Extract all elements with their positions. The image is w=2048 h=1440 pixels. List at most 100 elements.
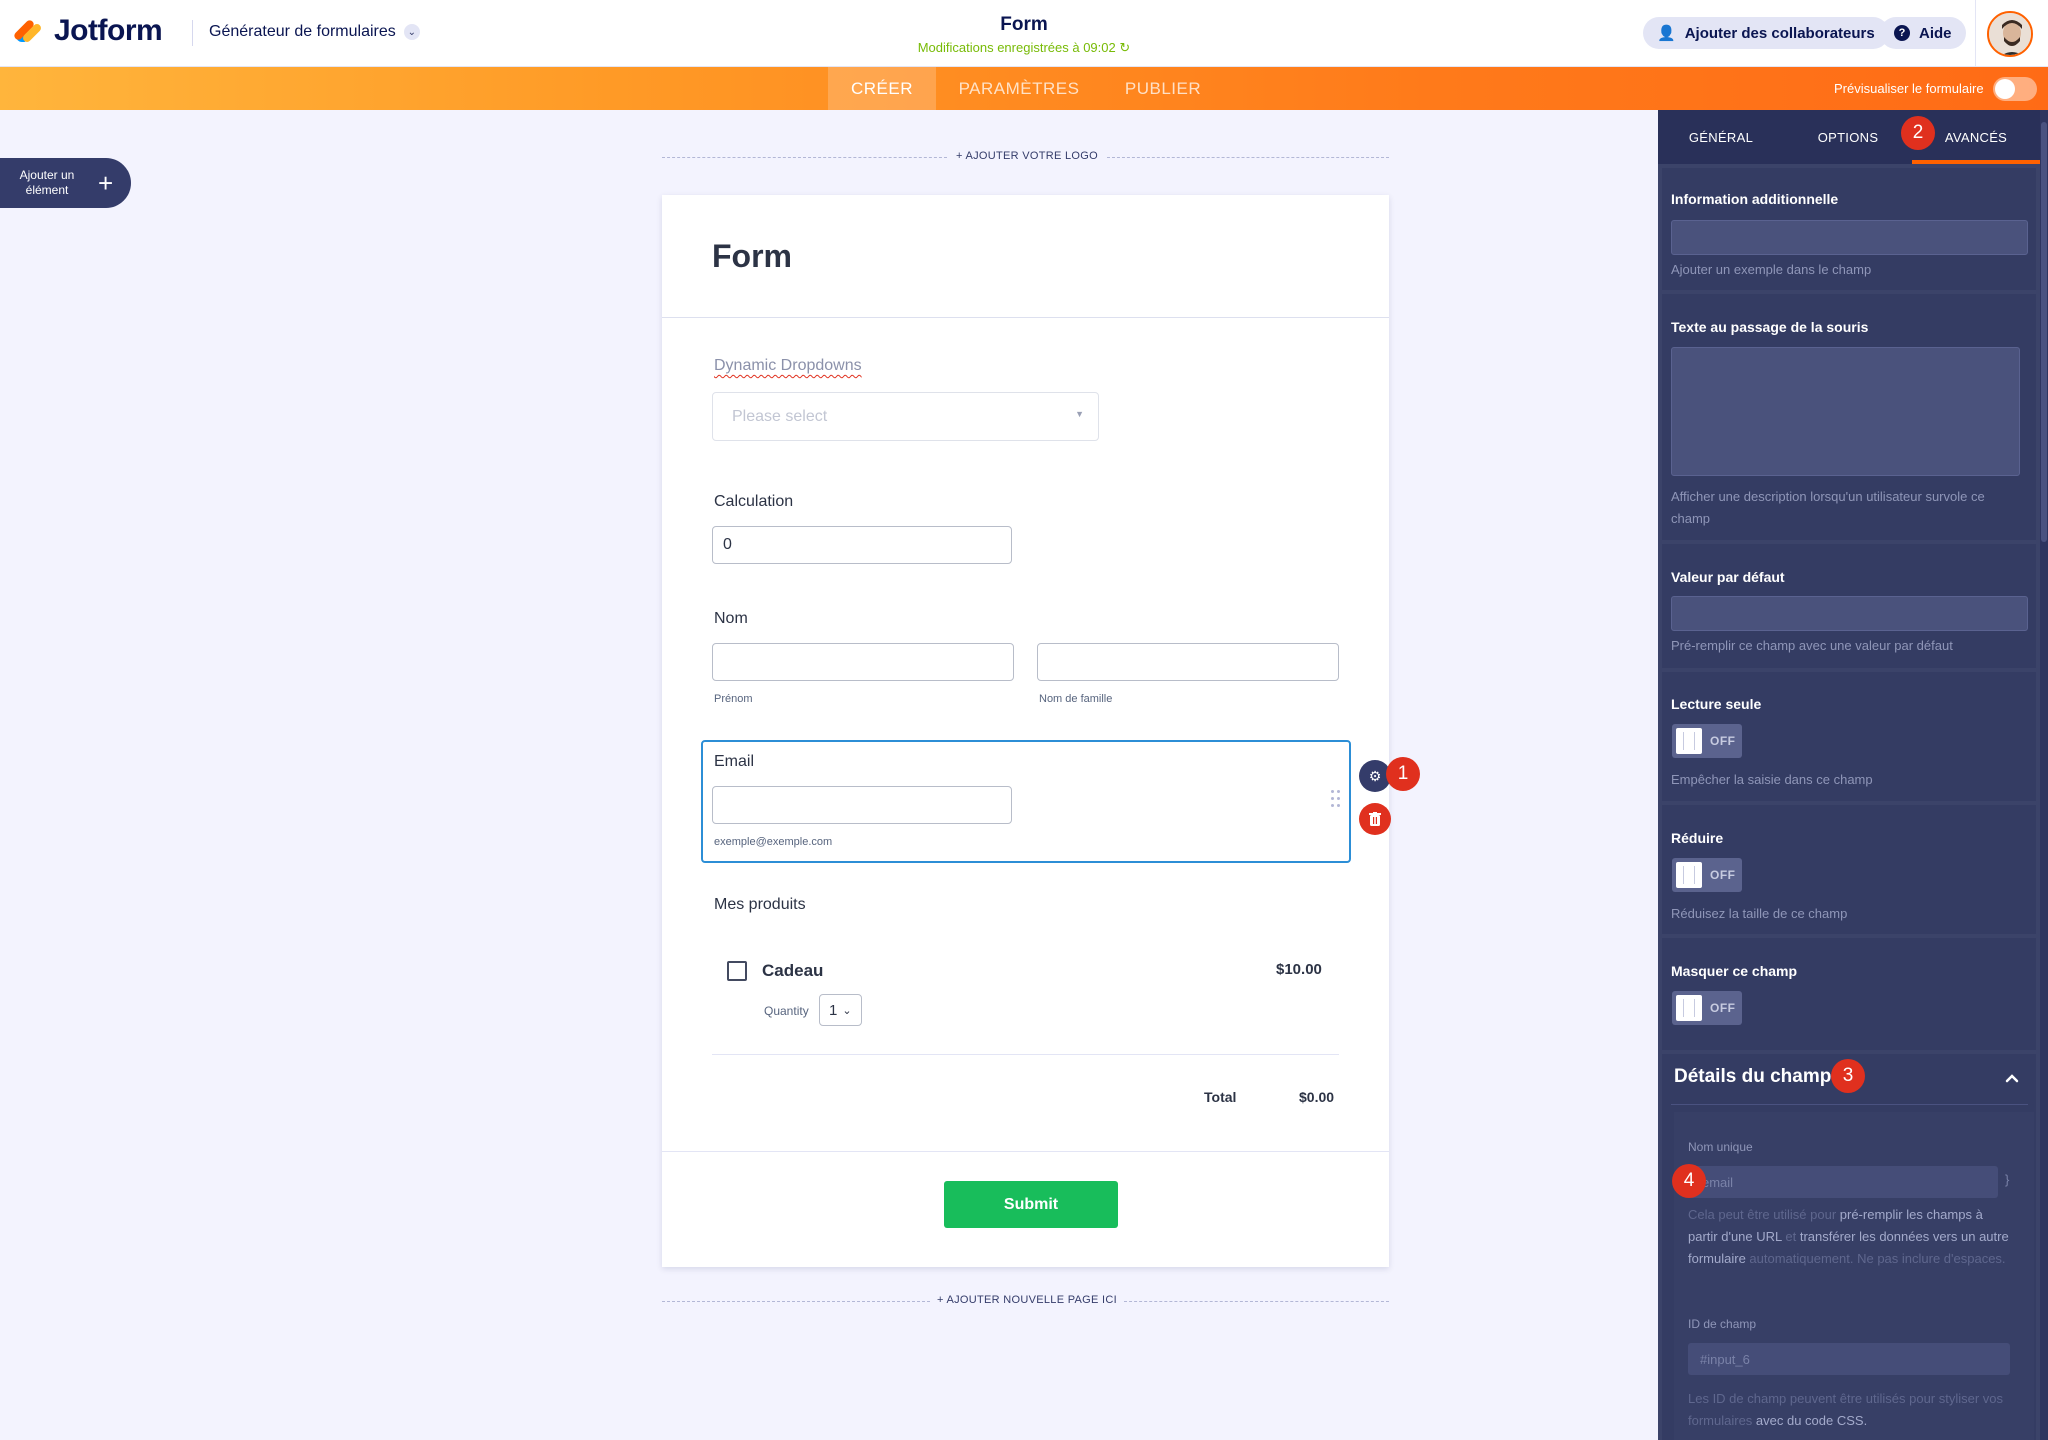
- add-logo-link[interactable]: + AJOUTER VOTRE LOGO: [947, 150, 1107, 162]
- dropdown-label[interactable]: Dynamic Dropdowns: [714, 357, 862, 375]
- add-collaborators-label: Ajouter des collaborateurs: [1684, 24, 1875, 42]
- toggle-grip-icon: [1683, 732, 1695, 750]
- toggle-grip-icon: [1683, 866, 1695, 884]
- trash-icon: [1369, 812, 1381, 826]
- avatar[interactable]: [1987, 11, 2033, 57]
- shrink-help: Réduisez la taille de ce champ: [1671, 906, 1848, 921]
- chevron-up-icon[interactable]: [2005, 1071, 2019, 1085]
- jotform-logo[interactable]: Jotform: [12, 14, 163, 48]
- read-only-help: Empêcher la saisie dans ce champ: [1671, 772, 1873, 787]
- last-name-input[interactable]: [1037, 643, 1339, 681]
- drag-handle-icon[interactable]: [1331, 790, 1343, 812]
- unique-name-input[interactable]: email: [1690, 1166, 1998, 1198]
- field-id-value: #input_6: [1700, 1351, 1750, 1367]
- help-text: avec du code CSS.: [1752, 1413, 1868, 1428]
- read-only-label: Lecture seule: [1671, 696, 1762, 712]
- main-nav: CRÉER PARAMÈTRES PUBLIER Prévisualiser l…: [0, 67, 2048, 110]
- help-label: Aide: [1919, 24, 1952, 42]
- product-name: Cadeau: [762, 961, 824, 980]
- divider: [1124, 1301, 1389, 1302]
- unique-name-help: Cela peut être utilisé pour pré-remplir …: [1688, 1204, 2013, 1270]
- tab-create[interactable]: CRÉER: [828, 67, 936, 110]
- first-name-input[interactable]: [712, 643, 1014, 681]
- hover-text-help: Afficher une description lorsqu'un utili…: [1671, 489, 1985, 526]
- quantity-select[interactable]: 1 ⌄: [819, 994, 862, 1026]
- read-only-toggle[interactable]: OFF: [1672, 724, 1742, 758]
- caret-down-icon: ▼: [1075, 409, 1084, 419]
- additional-info-input[interactable]: [1671, 220, 2028, 255]
- dynamic-dropdown[interactable]: Please select ▼: [712, 392, 1099, 441]
- add-element-button[interactable]: Ajouter un élément +: [0, 158, 131, 208]
- tab-publish[interactable]: PUBLIER: [1110, 67, 1216, 110]
- annotation-badge-4: 4: [1672, 1164, 1706, 1198]
- help-text: automatiquement. Ne pas inclure d'espace…: [1745, 1251, 2006, 1266]
- field-details-title[interactable]: Détails du champ: [1674, 1066, 1831, 1088]
- additional-info-help: Ajouter un exemple dans le champ: [1671, 262, 1872, 277]
- help-text: et: [1781, 1229, 1800, 1244]
- default-value-input[interactable]: [1671, 596, 2028, 631]
- divider: [662, 157, 947, 158]
- delete-field-button[interactable]: [1359, 803, 1391, 835]
- add-collaborators-button[interactable]: 👤 Ajouter des collaborateurs: [1643, 17, 1889, 49]
- preview-label: Prévisualiser le formulaire: [1834, 81, 1984, 96]
- divider: [1107, 157, 1389, 158]
- panel-tab-general[interactable]: GÉNÉRAL: [1658, 110, 1784, 164]
- form-heading[interactable]: Form: [712, 238, 792, 275]
- tab-settings[interactable]: PARAMÈTRES: [952, 67, 1086, 110]
- unique-name-brace: }: [2005, 1172, 2010, 1187]
- field-id-help: Les ID de champ peuvent être utilisés po…: [1688, 1388, 2018, 1432]
- unique-name-value: email: [1702, 1174, 1734, 1190]
- name-label: Nom: [714, 610, 748, 627]
- help-button[interactable]: ? Aide: [1880, 17, 1966, 49]
- refresh-icon: ↻: [1119, 40, 1131, 55]
- panel-scrollbar[interactable]: [2040, 110, 2048, 1440]
- last-name-sublabel: Nom de famille: [1039, 693, 1113, 705]
- total-value: $0.00: [1299, 1089, 1335, 1105]
- form-card: [662, 195, 1389, 1267]
- field-id-input[interactable]: #input_6: [1688, 1343, 2010, 1375]
- jotform-logo-icon: [12, 14, 44, 48]
- preview-toggle[interactable]: [1993, 77, 2037, 101]
- avatar-image: [1989, 13, 2031, 55]
- toggle-state: OFF: [1710, 868, 1736, 882]
- chevron-down-icon: ⌄: [403, 24, 420, 40]
- calculation-input[interactable]: 0: [712, 526, 1012, 564]
- user-icon: 👤: [1657, 25, 1676, 42]
- default-value-label: Valeur par défaut: [1671, 569, 1785, 585]
- hover-text-label: Texte au passage de la souris: [1671, 319, 1869, 335]
- email-input[interactable]: [712, 786, 1012, 824]
- builder-menu-label: Générateur de formulaires: [209, 23, 396, 40]
- add-page-link[interactable]: + AJOUTER NOUVELLE PAGE ICI: [930, 1294, 1124, 1306]
- product-price: $10.00: [1276, 961, 1322, 978]
- scrollbar-thumb[interactable]: [2041, 122, 2047, 542]
- add-element-label: Ajouter un élément: [19, 168, 75, 197]
- toggle-state: OFF: [1710, 1001, 1736, 1015]
- divider: [662, 1301, 930, 1302]
- panel-tabs: GÉNÉRAL OPTIONS AVANCÉS: [1658, 110, 2040, 164]
- hover-text-textarea[interactable]: [1671, 347, 2020, 476]
- default-value-help: Pré-remplir ce champ avec une valeur par…: [1671, 638, 1953, 653]
- panel-tab-options[interactable]: OPTIONS: [1784, 110, 1912, 164]
- active-tab-indicator: [1912, 160, 2040, 164]
- quantity-value: 1: [829, 1001, 838, 1019]
- divider: [1975, 0, 1976, 67]
- toggle-knob: [1995, 79, 2015, 99]
- first-name-sublabel: Prénom: [714, 693, 753, 705]
- chevron-down-icon: ⌄: [842, 1004, 852, 1017]
- builder-menu[interactable]: Générateur de formulaires ⌄: [209, 23, 420, 41]
- top-bar: Jotform Générateur de formulaires ⌄ Form…: [0, 0, 2048, 67]
- unique-name-label: Nom unique: [1688, 1140, 1753, 1154]
- additional-info-label: Information additionnelle: [1671, 191, 1839, 207]
- email-label: Email: [714, 753, 755, 770]
- toggle-grip-icon: [1683, 999, 1695, 1017]
- hide-field-toggle[interactable]: OFF: [1672, 991, 1742, 1025]
- submit-button[interactable]: Submit: [944, 1181, 1118, 1228]
- product-checkbox[interactable]: [727, 961, 747, 981]
- plus-icon: +: [98, 168, 114, 198]
- divider: [712, 1054, 1339, 1055]
- field-id-label: ID de champ: [1688, 1317, 1757, 1331]
- shrink-toggle[interactable]: OFF: [1672, 858, 1742, 892]
- total-label: Total: [1204, 1089, 1237, 1105]
- annotation-badge-1: 1: [1386, 757, 1420, 791]
- calculation-value: 0: [723, 536, 732, 553]
